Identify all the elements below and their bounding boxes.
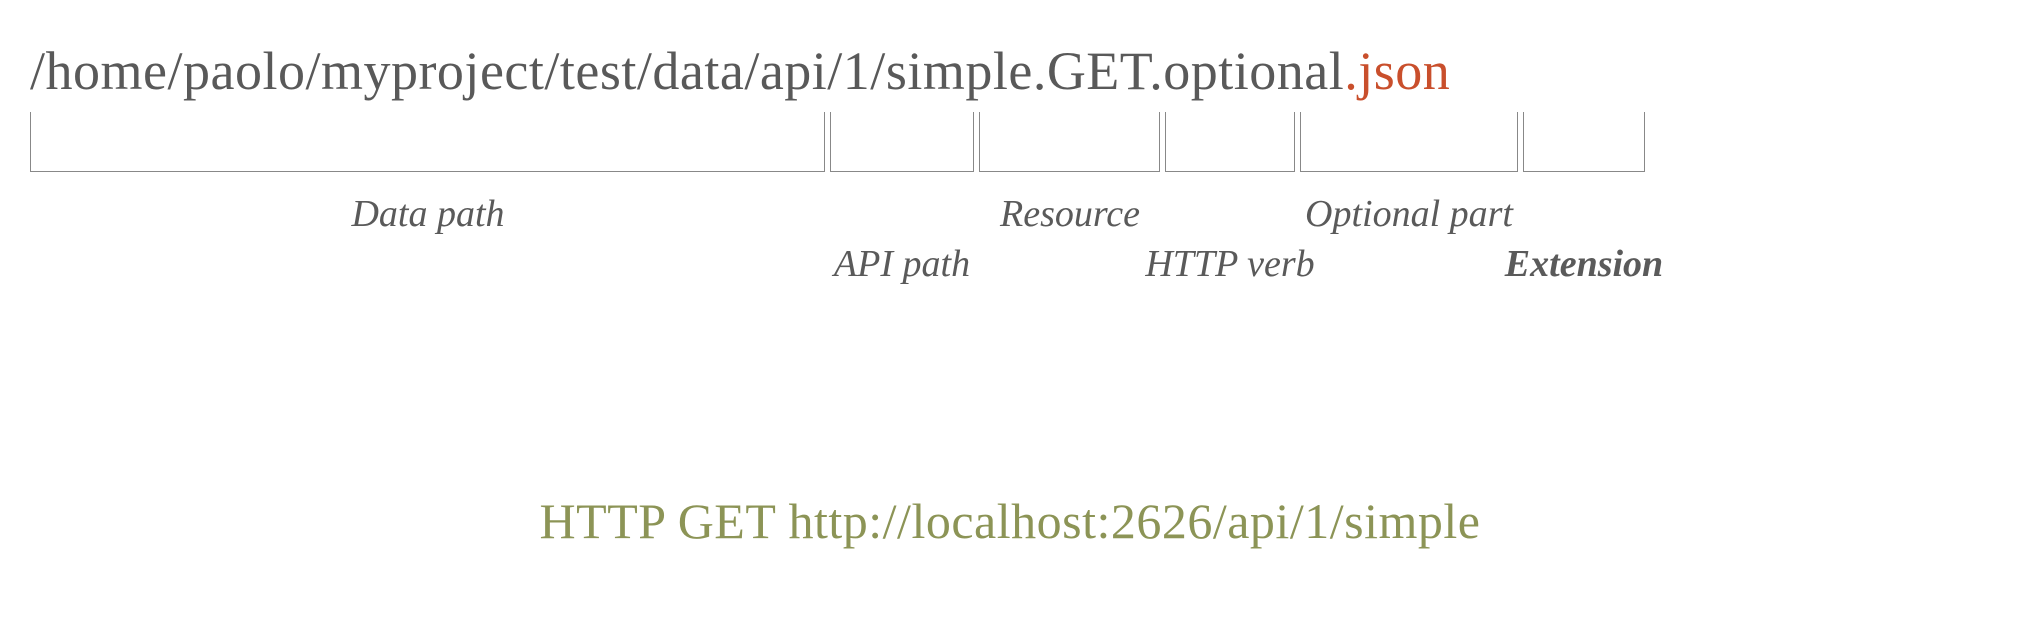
path-breakdown: /home/paolo/myproject/test/data/api/1/si… [30, 40, 1990, 292]
label-optional: Optional part [1305, 192, 1513, 236]
bracket-api-path [830, 112, 974, 172]
segment-api-path: /api/1 [744, 41, 870, 101]
label-extension: Extension [1505, 242, 1663, 286]
http-request-line: HTTP GET http://localhost:2626/api/1/sim… [30, 492, 1990, 550]
label-data-path: Data path [351, 192, 504, 236]
segment-optional: optional [1163, 41, 1344, 101]
bracket-data-path [30, 112, 825, 172]
labels-row: Data path API path Resource HTTP verb Op… [30, 172, 1990, 292]
segment-verb-sep: . [1033, 41, 1047, 101]
bracket-row [30, 112, 1990, 172]
bracket-http-verb [1165, 112, 1295, 172]
segment-http-verb: GET [1047, 41, 1149, 101]
segment-ext-sep: . [1344, 41, 1358, 101]
segment-optional-sep: . [1149, 41, 1163, 101]
bracket-extension [1523, 112, 1645, 172]
bracket-optional [1300, 112, 1518, 172]
segment-data-path: /home/paolo/myproject/test/data [30, 41, 744, 101]
label-resource: Resource [1000, 192, 1140, 236]
bracket-resource [979, 112, 1160, 172]
segment-resource: simple [886, 41, 1033, 101]
file-path: /home/paolo/myproject/test/data/api/1/si… [30, 40, 1990, 102]
segment-extension: json [1358, 41, 1450, 101]
label-api-path: API path [834, 242, 970, 286]
label-http-verb: HTTP verb [1145, 242, 1314, 286]
segment-resource-sep: / [870, 41, 886, 101]
